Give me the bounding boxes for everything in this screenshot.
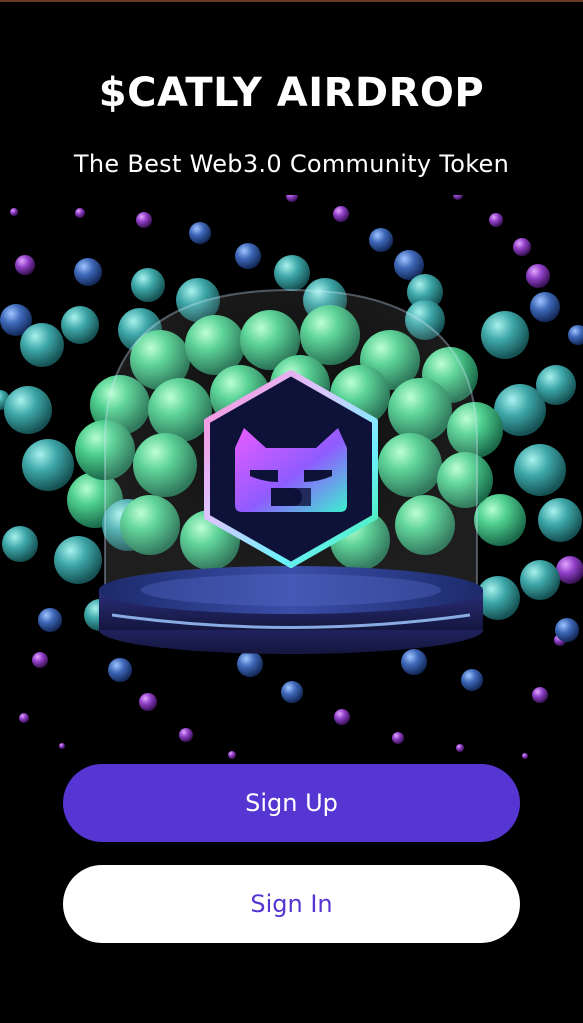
- page-subtitle: The Best Web3.0 Community Token: [73, 150, 510, 178]
- hero-illustration: [0, 195, 583, 759]
- sign-up-label: Sign Up: [245, 789, 338, 817]
- sign-up-button[interactable]: Sign Up: [63, 764, 520, 842]
- top-accent-line: [0, 0, 583, 2]
- page-title: $CATLY AIRDROP: [98, 70, 485, 116]
- pedestal: [99, 566, 483, 654]
- sign-in-button[interactable]: Sign In: [63, 865, 520, 943]
- sign-in-label: Sign In: [250, 890, 333, 918]
